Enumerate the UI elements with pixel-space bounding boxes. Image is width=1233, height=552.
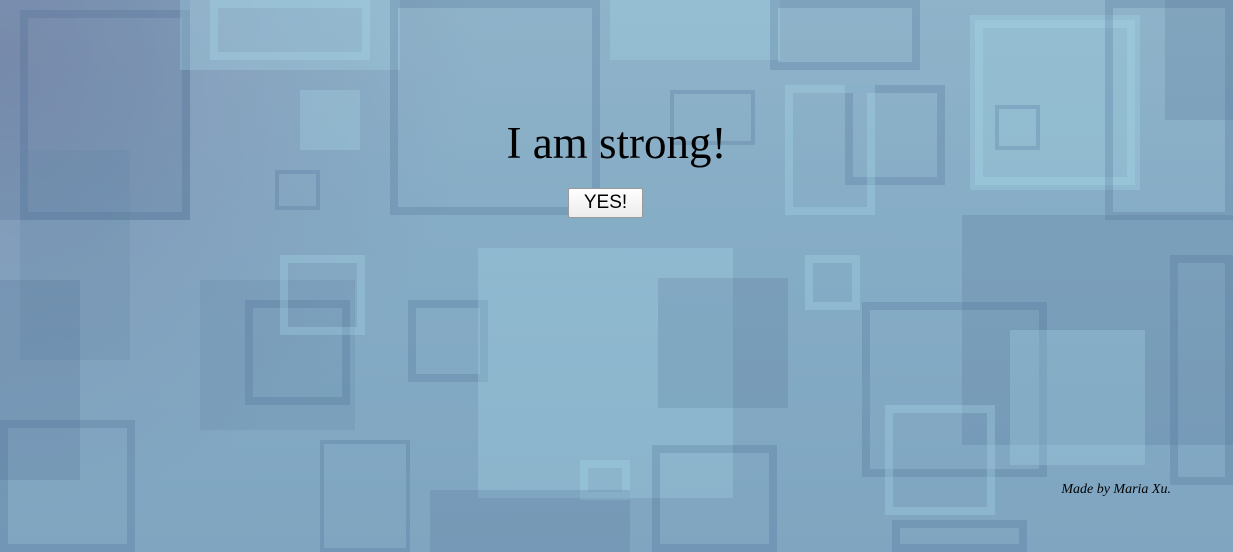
background-square [0, 420, 135, 552]
yes-button[interactable]: YES! [568, 188, 643, 218]
page-title: I am strong! [506, 118, 727, 168]
background-square [892, 520, 1027, 552]
background-square [275, 170, 320, 210]
background-square [390, 0, 600, 215]
background-square [1010, 330, 1145, 465]
background-square [658, 278, 788, 408]
background-square [408, 300, 488, 382]
background-square [320, 440, 410, 552]
author-credit: Made by Maria Xu. [1061, 482, 1171, 497]
background-square [805, 255, 860, 310]
background-square [280, 255, 365, 335]
background-square [770, 0, 920, 70]
background-square [1170, 255, 1233, 485]
background-square [610, 0, 780, 60]
background-square [1105, 0, 1233, 220]
background-square [885, 405, 995, 515]
background-square [430, 490, 630, 552]
background-pattern [0, 0, 1233, 552]
background-square [652, 445, 777, 552]
background-square [210, 0, 370, 60]
